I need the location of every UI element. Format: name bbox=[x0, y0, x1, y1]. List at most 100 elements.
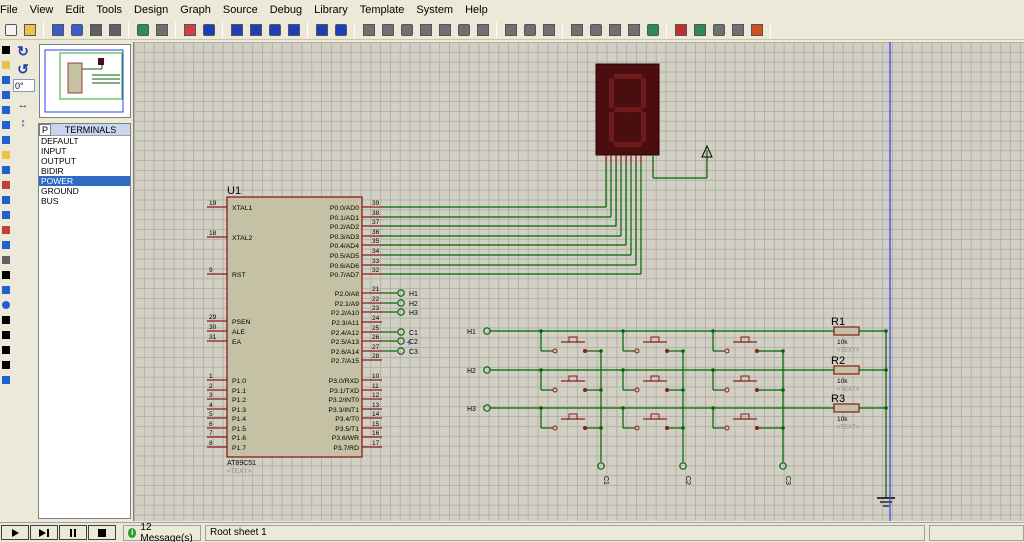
menu-graph[interactable]: Graph bbox=[174, 0, 217, 20]
terminal-item-power[interactable]: POWER bbox=[39, 176, 130, 186]
redo-button[interactable] bbox=[333, 22, 349, 38]
terminal-item-default[interactable]: DEFAULT bbox=[39, 136, 130, 146]
cut-button[interactable] bbox=[361, 22, 377, 38]
netlist-button[interactable] bbox=[730, 22, 746, 38]
search-tag-button[interactable] bbox=[607, 22, 623, 38]
menu-help[interactable]: Help bbox=[459, 0, 494, 20]
circle-button[interactable] bbox=[0, 298, 11, 312]
print-button[interactable] bbox=[88, 22, 104, 38]
zoom-in-button[interactable] bbox=[229, 22, 245, 38]
block-move-button[interactable] bbox=[437, 22, 453, 38]
schematic-canvas[interactable]: U1 AT89C51 <TEXT> 19 XTAL1 18 XTAL2 9 RST 29 PSEN 3… bbox=[133, 42, 1024, 521]
terminal-item-output[interactable]: OUTPUT bbox=[39, 156, 130, 166]
menu-file[interactable]: File bbox=[0, 0, 24, 20]
terminal-item-bidir[interactable]: BIDIR bbox=[39, 166, 130, 176]
save-all-button[interactable] bbox=[69, 22, 85, 38]
terminals-mode-button[interactable]: P bbox=[39, 124, 51, 136]
selection-mode-button[interactable] bbox=[0, 43, 11, 57]
wire-autorouter-button[interactable] bbox=[588, 22, 604, 38]
exit-parent-button[interactable] bbox=[692, 22, 708, 38]
rotation-angle-field[interactable] bbox=[13, 79, 35, 92]
copy-button[interactable] bbox=[380, 22, 396, 38]
marker-button[interactable] bbox=[0, 373, 11, 387]
paste-icon bbox=[400, 23, 413, 36]
box-button[interactable] bbox=[0, 283, 11, 297]
row-terminal-label: H1 bbox=[467, 329, 476, 336]
subcircuit-button[interactable] bbox=[0, 133, 11, 147]
save-button[interactable] bbox=[50, 22, 66, 38]
paste-button[interactable] bbox=[399, 22, 415, 38]
text-button[interactable] bbox=[0, 343, 11, 357]
messages-indicator[interactable]: i 12 Message(s) bbox=[123, 522, 201, 542]
button-contact bbox=[665, 388, 669, 392]
bill-of-materials-button[interactable] bbox=[711, 22, 727, 38]
terminal-item-bus[interactable]: BUS bbox=[39, 196, 130, 206]
device-pins-button[interactable] bbox=[0, 163, 11, 177]
terminal-item-ground[interactable]: GROUND bbox=[39, 186, 130, 196]
sim-step-button[interactable] bbox=[30, 525, 58, 540]
tape-recorder-button[interactable] bbox=[0, 193, 11, 207]
mcu-pin-number: 29 bbox=[209, 314, 217, 321]
new-sheet-button[interactable] bbox=[645, 22, 661, 38]
arc-button[interactable] bbox=[0, 313, 11, 327]
text-script-button[interactable] bbox=[0, 103, 11, 117]
menu-template[interactable]: Template bbox=[354, 0, 411, 20]
terminals-mode-button[interactable] bbox=[0, 148, 11, 162]
button-cap bbox=[568, 336, 578, 343]
overview-window[interactable] bbox=[39, 44, 131, 118]
menu-library[interactable]: Library bbox=[308, 0, 354, 20]
menu-system[interactable]: System bbox=[410, 0, 459, 20]
pan-button[interactable] bbox=[201, 22, 217, 38]
sim-pause-button[interactable] bbox=[59, 525, 87, 540]
make-device-button[interactable] bbox=[522, 22, 538, 38]
package-button[interactable] bbox=[541, 22, 557, 38]
component-mode-button[interactable] bbox=[0, 58, 11, 72]
rotate-ccw-button[interactable]: ↺ bbox=[12, 60, 34, 78]
menu-design[interactable]: Design bbox=[128, 0, 174, 20]
new-file-button[interactable] bbox=[3, 22, 19, 38]
property-assign-button[interactable] bbox=[626, 22, 642, 38]
block-delete-button[interactable] bbox=[475, 22, 491, 38]
menu-source[interactable]: Source bbox=[217, 0, 264, 20]
mirror-y-button[interactable]: ↕ bbox=[12, 114, 34, 132]
wire-label-button[interactable] bbox=[0, 88, 11, 102]
open-folder-button[interactable] bbox=[22, 22, 38, 38]
decompose-button[interactable] bbox=[569, 22, 585, 38]
line-button[interactable] bbox=[0, 268, 11, 282]
grid-button[interactable] bbox=[154, 22, 170, 38]
path-button[interactable] bbox=[0, 328, 11, 342]
undo-button[interactable] bbox=[314, 22, 330, 38]
buses-button[interactable] bbox=[0, 118, 11, 132]
current-probe-button[interactable] bbox=[0, 238, 11, 252]
refresh-button[interactable] bbox=[135, 22, 151, 38]
symbol-button[interactable] bbox=[0, 358, 11, 372]
menu-view[interactable]: View bbox=[24, 0, 60, 20]
zoom-out-button[interactable] bbox=[248, 22, 264, 38]
ares-button[interactable] bbox=[749, 22, 765, 38]
button-contact bbox=[583, 388, 587, 392]
virtual-instruments-button[interactable] bbox=[0, 253, 11, 267]
mcu-pin-name: P2.6/A14 bbox=[331, 349, 359, 356]
sim-play-button[interactable] bbox=[1, 525, 29, 540]
generator-button[interactable] bbox=[0, 208, 11, 222]
remove-sheet-button[interactable] bbox=[673, 22, 689, 38]
terminal-item-input[interactable]: INPUT bbox=[39, 146, 130, 156]
zoom-all-button[interactable] bbox=[267, 22, 283, 38]
menu-tools[interactable]: Tools bbox=[90, 0, 128, 20]
graph-mode-button[interactable] bbox=[0, 178, 11, 192]
zoom-area-button[interactable] bbox=[286, 22, 302, 38]
print-setup-button[interactable] bbox=[107, 22, 123, 38]
block-copy-button[interactable] bbox=[418, 22, 434, 38]
rotate-cw-button[interactable]: ↻ bbox=[12, 42, 34, 60]
junction-dot-button[interactable] bbox=[0, 73, 11, 87]
cursor-cross-icon: + bbox=[406, 338, 412, 349]
origin-button[interactable] bbox=[182, 22, 198, 38]
mirror-x-button[interactable]: ↔ bbox=[12, 96, 34, 114]
sim-stop-button[interactable] bbox=[88, 525, 116, 540]
menu-edit[interactable]: Edit bbox=[59, 0, 90, 20]
block-rotate-button[interactable] bbox=[456, 22, 472, 38]
redo-icon bbox=[334, 23, 347, 36]
pick-device-button[interactable] bbox=[503, 22, 519, 38]
voltage-probe-button[interactable] bbox=[0, 223, 11, 237]
menu-debug[interactable]: Debug bbox=[264, 0, 308, 20]
